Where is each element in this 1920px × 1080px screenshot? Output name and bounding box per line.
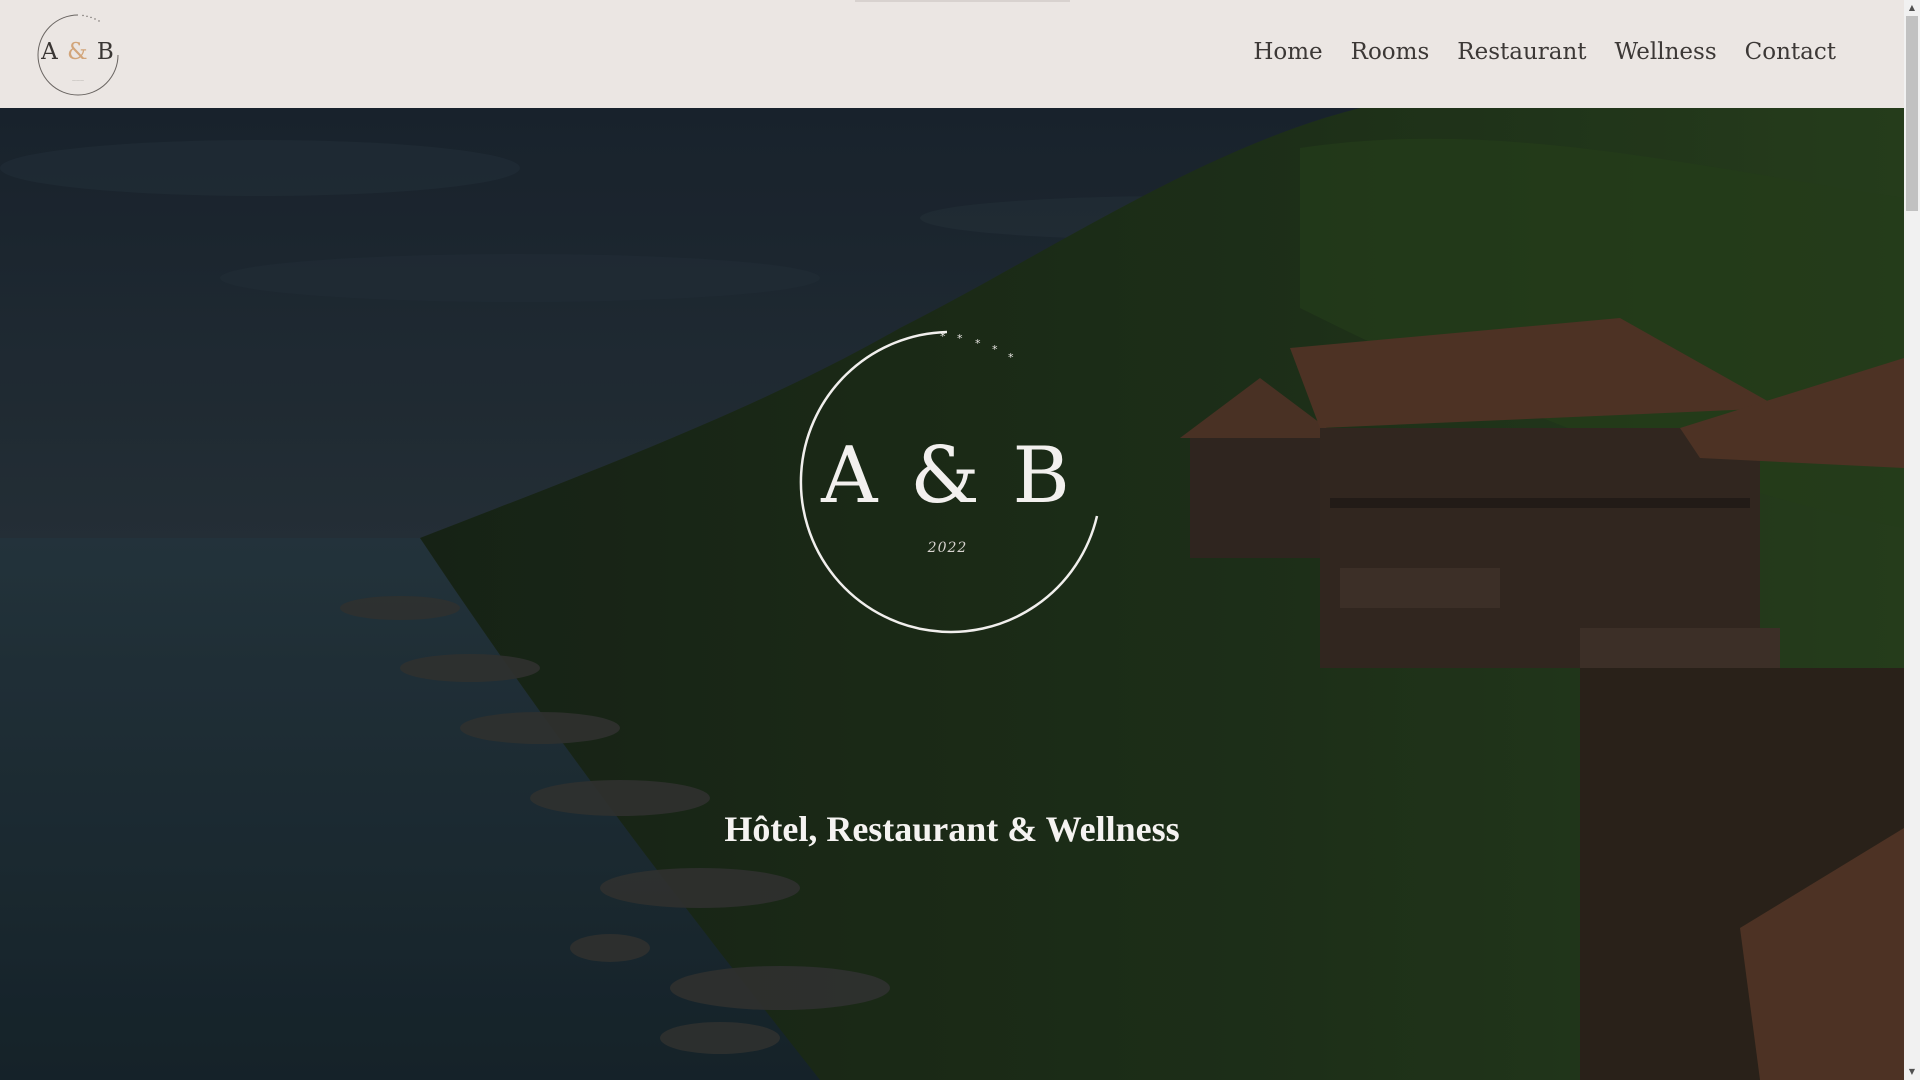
site-header: A & B ——— Home Rooms Restaurant Wellness… xyxy=(0,0,1904,108)
header-top-accent xyxy=(855,0,1070,2)
main-nav: Home Rooms Restaurant Wellness Contact xyxy=(1253,36,1836,68)
page: A & B ——— Home Rooms Restaurant Wellness… xyxy=(0,0,1904,1080)
scroll-down-arrow-icon[interactable]: ▼ xyxy=(1904,1064,1920,1080)
nav-home[interactable]: Home xyxy=(1253,36,1322,68)
logo-letter-b: B xyxy=(96,39,115,65)
header-logo-year-mark: ——— xyxy=(72,77,84,82)
header-logo[interactable]: A & B ——— xyxy=(35,12,121,98)
svg-text:*: * xyxy=(1008,351,1014,364)
hero-tagline: Hôtel, Restaurant & Wellness xyxy=(724,809,1180,849)
nav-restaurant[interactable]: Restaurant xyxy=(1457,36,1586,68)
logo-letter-a: A xyxy=(41,39,59,65)
nav-contact[interactable]: Contact xyxy=(1745,36,1836,68)
hero-section: * * * * * A & B 2022 Hôtel, Restaurant &… xyxy=(0,108,1904,1080)
svg-text:*: * xyxy=(940,330,946,343)
logo-ampersand: & xyxy=(67,39,89,65)
nav-wellness[interactable]: Wellness xyxy=(1615,36,1717,68)
svg-text:*: * xyxy=(992,343,998,356)
svg-text:*: * xyxy=(957,332,963,345)
svg-text:*: * xyxy=(975,337,981,350)
hero-logo-text: A & B xyxy=(821,431,1074,521)
hero-logo: * * * * * A & B 2022 xyxy=(791,326,1104,639)
nav-rooms[interactable]: Rooms xyxy=(1351,36,1430,68)
header-logo-text: A & B xyxy=(35,39,121,65)
hero-logo-year: 2022 xyxy=(927,540,968,556)
page-scrollbar[interactable]: ▲ ▼ xyxy=(1904,0,1920,1080)
scroll-up-arrow-icon[interactable]: ▲ xyxy=(1904,0,1920,16)
scroll-thumb[interactable] xyxy=(1906,16,1918,211)
